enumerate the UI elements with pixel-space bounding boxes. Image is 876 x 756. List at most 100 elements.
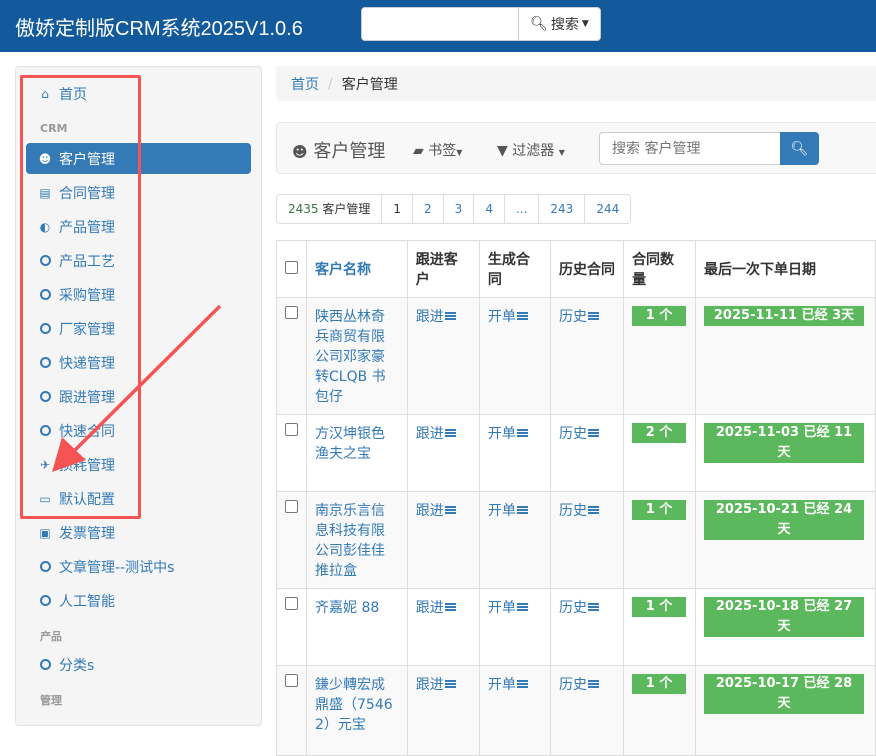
circle-icon [38,561,52,572]
page-link[interactable]: 4 [473,195,504,223]
history-link[interactable]: 历史 [559,309,599,325]
customer-search-button[interactable]: 🔍︎ [780,132,819,165]
circle-icon [38,323,52,334]
list-icon [516,312,528,321]
contract-count-badge[interactable]: 1 个 [632,500,687,520]
sidebar-item-14[interactable]: 文章管理--测试中s [26,551,251,582]
customer-name-cell: 南京乐言信息科技有限公司彭佳佳 推拉盒 [306,491,408,589]
sidebar-item-3[interactable]: ▤ 合同管理 [26,177,251,208]
column-header: 合同数量 [623,240,697,298]
header-search-button[interactable]: 🔍︎ 搜索 ▼ [518,7,601,41]
row-select-cell [276,588,307,666]
last-order-cell: 2025-10-21 已经 24天 [695,491,876,589]
follow-link[interactable]: 跟进 [416,426,456,442]
filter-dropdown[interactable]: ▼ 过滤器 ▼ [497,140,565,160]
column-header: 历史合同 [549,240,625,298]
list-icon [516,603,528,612]
contract-count-badge[interactable]: 1 个 [632,674,687,694]
sidebar-item-label: 厂家管理 [59,321,115,338]
column-header: 最后一次下单日期 [695,240,876,298]
sidebar-item-17[interactable]: 分类s [26,649,251,680]
page-link[interactable]: 2 [412,195,443,223]
contract-count-badge[interactable]: 1 个 [632,597,687,617]
contract-count-badge[interactable]: 1 个 [632,306,687,326]
circle-icon [38,595,52,606]
sidebar-item-13[interactable]: ▣ 发票管理 [26,517,251,548]
order-link[interactable]: 开单 [488,677,528,693]
sidebar-item-5[interactable]: 产品工艺 [26,245,251,276]
follow-link[interactable]: 跟进 [416,503,456,519]
history-cell: 历史 [549,297,625,415]
bookmarks-dropdown[interactable]: ▰ 书签▼ [413,140,462,160]
customer-search-input[interactable] [599,132,781,165]
order-link[interactable]: 开单 [488,426,528,442]
circle-icon [38,391,52,402]
contract-count-badge[interactable]: 2 个 [632,423,687,443]
search-button-label: 搜索 [550,17,579,33]
follow-link[interactable]: 跟进 [416,309,456,325]
row-checkbox[interactable] [285,500,298,513]
list-icon [444,603,456,612]
total-count: 2435 [288,202,319,216]
last-order-cell: 2025-11-11 已经 3天 [695,297,876,415]
sidebar-item-7[interactable]: 厂家管理 [26,313,251,344]
history-link[interactable]: 历史 [559,426,599,442]
breadcrumb: 首页 / 客户管理 [276,66,876,101]
customer-name-link[interactable]: 南京乐言信息科技有限公司彭佳佳 推拉盒 [315,503,385,579]
customer-name-link[interactable]: 鎌少轉宏成鼎盛（75462）元宝 [315,677,393,733]
row-checkbox[interactable] [285,597,298,610]
list-icon [587,506,599,515]
page-link[interactable]: ... [503,195,538,223]
follow-link[interactable]: 跟进 [416,600,456,616]
select-all-checkbox[interactable] [285,260,298,274]
table-row: 南京乐言信息科技有限公司彭佳佳 推拉盒 跟进 开单 历史 1 个 2025-10-2… [276,491,876,589]
customer-name-link[interactable]: 方汉坤银色渔夫之宝 [315,426,385,462]
history-link[interactable]: 历史 [559,503,599,519]
customer-name-link[interactable]: 齐嘉妮 88 [315,600,379,616]
sidebar-item-label: 快速合同 [59,423,115,440]
sidebar-item-9[interactable]: 跟进管理 [26,381,251,412]
sidebar-item-10[interactable]: 快速合同 [26,415,251,446]
pagination: 2435 客户管理 1 2 3 4... 243 244 [276,194,632,224]
sidebar-item-8[interactable]: 快递管理 [26,347,251,378]
book-icon: ▰ [413,143,424,159]
row-checkbox[interactable] [285,306,298,319]
column-header[interactable]: 客户名称 [306,240,408,298]
sidebar-item-15[interactable]: 人工智能 [26,585,251,616]
caret-down-icon: ▼ [581,19,589,29]
order-link[interactable]: 开单 [488,503,528,519]
history-link[interactable]: 历史 [559,600,599,616]
page-link[interactable]: 244 [584,195,630,223]
sidebar-item-6[interactable]: 采购管理 [26,279,251,310]
list-icon [587,680,599,689]
sidebar-item-2[interactable]: ☻ 客户管理 [26,143,251,174]
search-icon: 🔍︎ [530,16,548,32]
row-checkbox[interactable] [285,423,298,436]
column-header-sort-link[interactable]: 客户名称 [315,262,371,278]
header-search-input[interactable] [361,7,519,41]
sidebar-item-12[interactable]: ▭ 默认配置 [26,483,251,514]
sidebar-item-0[interactable]: ⌂ 首页 [26,78,251,109]
list-icon [444,312,456,321]
row-checkbox[interactable] [285,674,298,687]
sidebar-item-label: 产品管理 [59,219,115,236]
history-link[interactable]: 历史 [559,677,599,693]
order-link[interactable]: 开单 [488,600,528,616]
follow-link[interactable]: 跟进 [416,677,456,693]
sidebar-item-11[interactable]: ✈ 损耗管理 [26,449,251,480]
sidebar-section-header: 产品 [40,630,62,643]
page-link[interactable]: 3 [442,195,474,223]
caret-down-icon: ▼ [558,148,565,157]
page-link[interactable]: 1 [381,195,412,223]
table-row: 方汉坤银色渔夫之宝 跟进 开单 历史 2 个 2025-11-03 已经 11天 [276,414,876,492]
app-title[interactable]: 傲娇定制版CRM系统2025V1.0.6 [15,12,303,41]
sidebar-item-4[interactable]: ◐ 产品管理 [26,211,251,242]
breadcrumb-home[interactable]: 首页 [291,74,319,94]
contract-count-cell: 1 个 [623,491,697,589]
page-link[interactable]: 243 [538,195,584,223]
last-order-badge: 2025-10-17 已经 28天 [704,674,865,714]
order-link[interactable]: 开单 [488,309,528,325]
customer-name-link[interactable]: 陕西丛林奇兵商贸有限公司邓家豪 转CLQB 书包仔 [315,309,386,405]
search-icon: 🔍︎ [790,140,809,157]
file-icon: ▤ [39,185,51,200]
